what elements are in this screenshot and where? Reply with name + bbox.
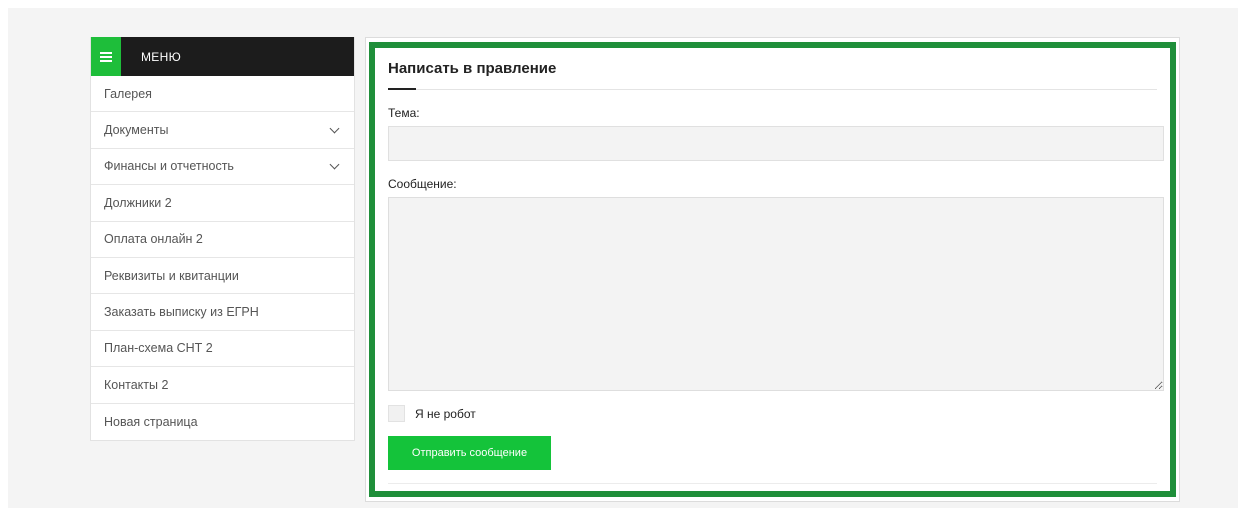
message-label: Сообщение: <box>388 177 457 191</box>
sidebar-item-gallery[interactable]: Галерея <box>91 76 354 113</box>
sidebar-item-label: Реквизиты и квитанции <box>104 268 239 283</box>
menu-header: МЕНЮ <box>91 37 354 76</box>
form-title: Написать в правление <box>388 56 1157 90</box>
sidebar-item-label: Контакты 2 <box>104 377 169 392</box>
captcha-row: Я не робот <box>388 405 1157 422</box>
sidebar-item-contacts[interactable]: Контакты 2 <box>91 367 354 404</box>
sidebar-item-documents[interactable]: Документы <box>91 112 354 149</box>
hamburger-icon <box>100 51 112 62</box>
message-textarea[interactable] <box>388 197 1164 391</box>
sidebar-item-label: Финансы и отчетность <box>104 159 234 174</box>
captcha-label: Я не робот <box>415 406 476 421</box>
chevron-down-icon[interactable] <box>330 125 340 135</box>
sidebar-item-finance[interactable]: Финансы и отчетность <box>91 149 354 186</box>
sidebar-item-debtors[interactable]: Должники 2 <box>91 185 354 222</box>
contact-form-container: Написать в правление Тема: Сообщение: Я … <box>365 37 1180 502</box>
menu-list: Галерея Документы Финансы и отчетность Д… <box>91 76 354 440</box>
submit-message-button[interactable]: Отправить сообщение <box>388 436 551 470</box>
chevron-down-icon[interactable] <box>330 161 340 171</box>
sidebar-item-site-plan[interactable]: План-схема СНТ 2 <box>91 331 354 368</box>
menu-toggle-button[interactable] <box>91 37 121 76</box>
sidebar-item-new-page[interactable]: Новая страница <box>91 404 354 440</box>
sidebar-item-label: Новая страница <box>104 414 198 429</box>
sidebar-item-label: Заказать выписку из ЕГРН <box>104 305 259 320</box>
sidebar-item-requisites[interactable]: Реквизиты и квитанции <box>91 258 354 295</box>
menu-title: МЕНЮ <box>141 49 181 64</box>
sidebar-item-label: Оплата онлайн 2 <box>104 232 203 247</box>
captcha-checkbox[interactable] <box>388 405 405 422</box>
form-title-text: Написать в правление <box>388 60 557 77</box>
sidebar-item-label: План-схема СНТ 2 <box>104 341 213 356</box>
sidebar-item-label: Документы <box>104 123 169 138</box>
subject-label: Тема: <box>388 106 420 120</box>
divider <box>388 483 1157 484</box>
contact-form: Написать в правление Тема: Сообщение: Я … <box>369 42 1176 497</box>
sidebar-item-online-payment[interactable]: Оплата онлайн 2 <box>91 222 354 258</box>
sidebar-menu: МЕНЮ Галерея Документы Финансы и отчетно… <box>90 37 355 441</box>
sidebar-item-egrn[interactable]: Заказать выписку из ЕГРН <box>91 294 354 331</box>
sidebar-item-label: Должники 2 <box>104 195 172 210</box>
title-underline <box>388 88 416 90</box>
subject-input[interactable] <box>388 126 1164 161</box>
sidebar-item-label: Галерея <box>104 86 152 101</box>
